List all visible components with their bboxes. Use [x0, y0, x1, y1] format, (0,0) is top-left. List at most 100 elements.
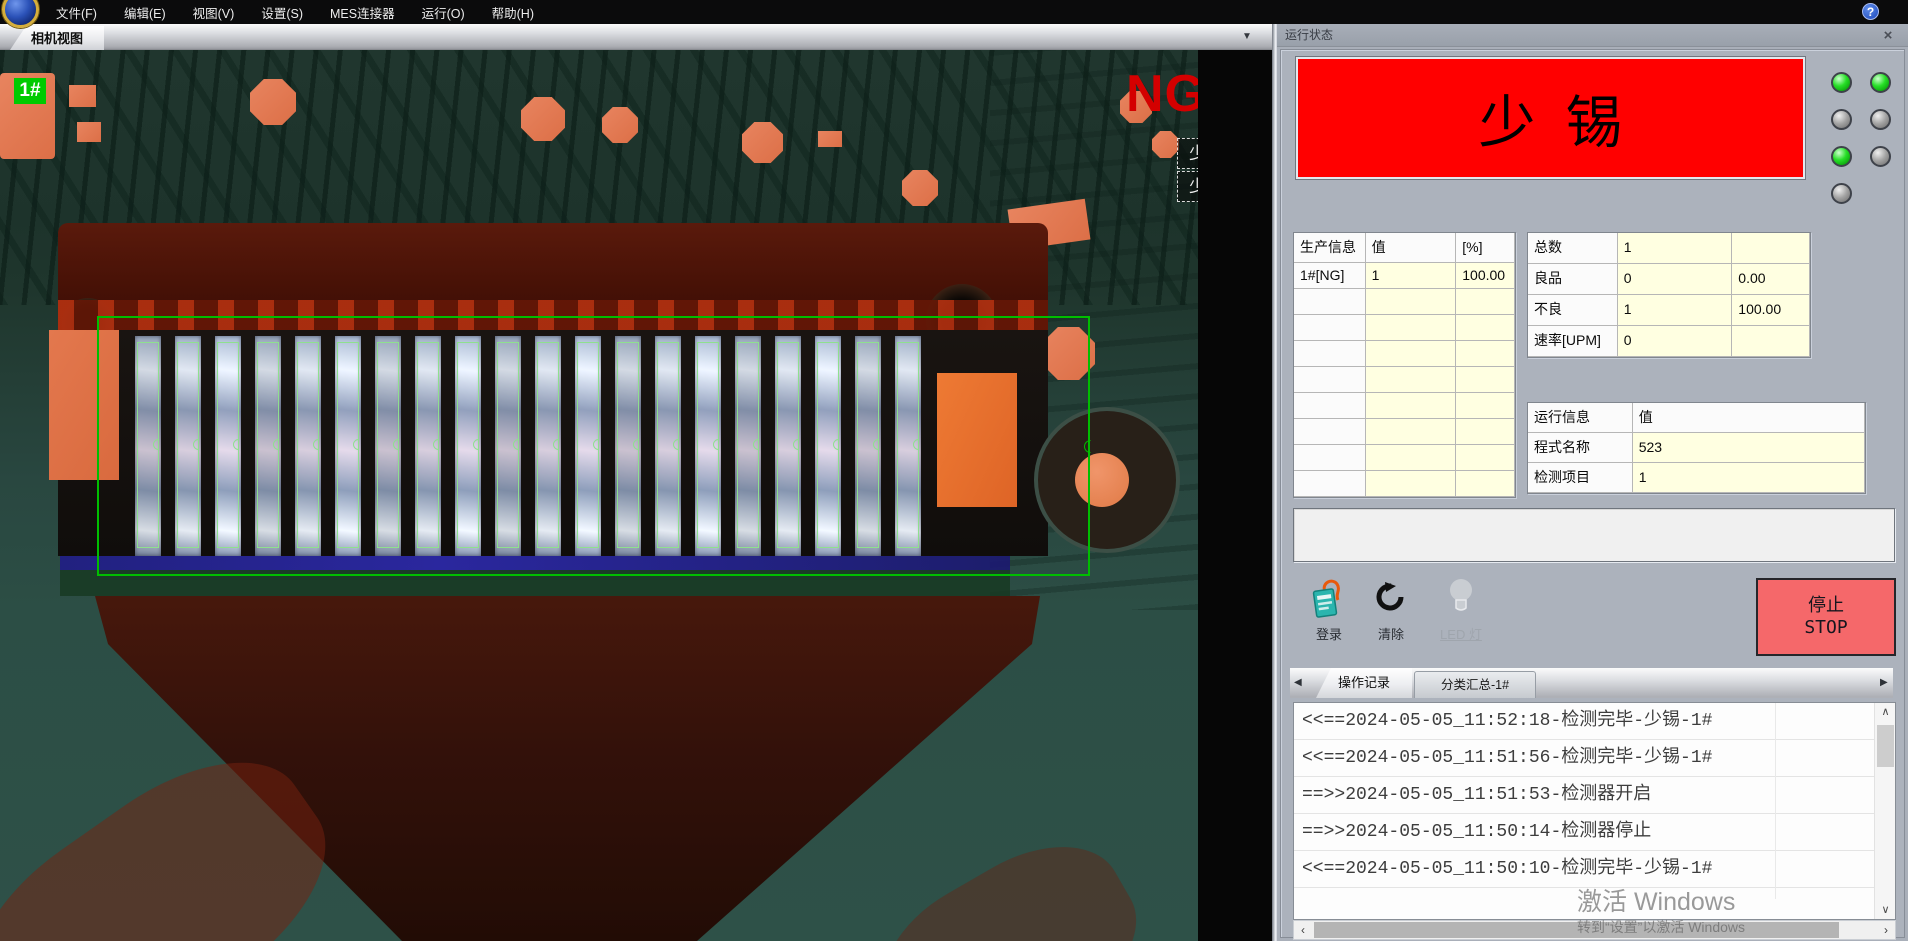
- log-entry: ==>>2024-05-05_11:51:53-检测器开启: [1294, 777, 1874, 814]
- table-cell: [%]: [1456, 233, 1515, 263]
- table-row: 检测项目1: [1528, 463, 1865, 493]
- scroll-right-icon[interactable]: ›: [1877, 921, 1895, 939]
- clear-button[interactable]: 清除: [1369, 576, 1413, 660]
- table-cell: [1456, 367, 1515, 393]
- menu-item-6[interactable]: 运行(O): [422, 3, 465, 22]
- table-cell: 0: [1618, 326, 1733, 357]
- table-row: 速率[UPM]0: [1528, 326, 1810, 357]
- login-button[interactable]: 登录: [1307, 576, 1351, 660]
- menu-item-4[interactable]: 设置(S): [261, 3, 303, 22]
- production-info-table: 生产信息值[%]1#[NG]1100.00: [1293, 232, 1516, 498]
- led-indicator-off: [1870, 146, 1891, 167]
- table-row: [1294, 341, 1515, 367]
- table-cell: 程式名称: [1528, 433, 1633, 463]
- table-row: 程式名称523: [1528, 433, 1865, 463]
- menu-items: 文件(F) 编辑(E) 视图(V) 设置(S) MES连接器 运行(O) 帮助(H): [0, 3, 534, 22]
- table-cell: 生产信息: [1294, 233, 1366, 263]
- table-row: [1294, 419, 1515, 445]
- tab-camera-view[interactable]: 相机视图: [10, 26, 104, 50]
- table-row: [1294, 289, 1515, 315]
- windows-activation-watermark-sub: 转到“设置”以激活 Windows: [1577, 917, 1745, 937]
- led-indicator-on: [1870, 72, 1891, 93]
- vertical-scroll-thumb[interactable]: [1877, 725, 1894, 767]
- table-cell: 总数: [1528, 233, 1618, 264]
- table-cell: [1366, 445, 1457, 471]
- result-banner-frame: 少锡: [1295, 56, 1806, 180]
- chevron-down-icon[interactable]: ▼: [1242, 31, 1252, 42]
- table-cell: [1294, 445, 1366, 471]
- scroll-left-icon[interactable]: ‹: [1294, 921, 1312, 939]
- menu-item-7[interactable]: 帮助(H): [492, 3, 534, 22]
- badge-icon: [1311, 578, 1347, 620]
- table-cell: [1732, 326, 1810, 357]
- table-row: 良品00.00: [1528, 264, 1810, 295]
- table-cell: [1294, 341, 1366, 367]
- app-logo-icon: [2, 0, 39, 28]
- tab-scroll-left-icon[interactable]: ◀: [1294, 677, 1302, 688]
- table-cell: 1: [1633, 463, 1865, 493]
- table-cell: 100.00: [1456, 263, 1515, 289]
- table-cell: [1366, 341, 1457, 367]
- camera-id-badge: 1#: [14, 78, 46, 104]
- lightbulb-icon: [1447, 576, 1475, 616]
- menu-item-1[interactable]: 文件(F): [56, 3, 97, 22]
- log-entry: <<==2024-05-05_11:52:18-检测完毕-少锡-1#: [1294, 703, 1874, 740]
- table-row: [1294, 315, 1515, 341]
- table-cell: [1456, 445, 1515, 471]
- table-row: 总数1: [1528, 233, 1810, 264]
- led-indicator-off: [1870, 109, 1891, 130]
- table-cell: [1366, 419, 1457, 445]
- close-icon[interactable]: ×: [1878, 26, 1898, 45]
- app-window: 文件(F) 编辑(E) 视图(V) 设置(S) MES连接器 运行(O) 帮助(H) ? 相…: [0, 0, 1908, 941]
- pcb-camera-image[interactable]: 1# NG 少锡少锡: [0, 50, 1198, 941]
- table-cell: [1366, 393, 1457, 419]
- roi-rectangle: [97, 316, 1090, 576]
- inspection-result-text: NG: [1126, 64, 1198, 124]
- menu-item-5[interactable]: MES连接器: [330, 3, 395, 22]
- log-rows: <<==2024-05-05_11:52:18-检测完毕-少锡-1#<<==20…: [1294, 703, 1874, 888]
- table-cell: [1294, 393, 1366, 419]
- table-cell: [1294, 367, 1366, 393]
- led-indicator-on: [1831, 146, 1852, 167]
- tab-class-summary[interactable]: 分类汇总-1#: [1414, 671, 1536, 698]
- stop-button[interactable]: 停止 STOP: [1756, 578, 1896, 656]
- table-cell: 0.00: [1732, 264, 1810, 295]
- panel-divider: [1272, 24, 1277, 941]
- table-cell: [1456, 289, 1515, 315]
- table-row: 不良1100.00: [1528, 295, 1810, 326]
- table-cell: [1456, 393, 1515, 419]
- table-cell: [1294, 419, 1366, 445]
- menu-item-3[interactable]: 视图(V): [193, 3, 235, 22]
- scroll-up-icon[interactable]: ∧: [1875, 703, 1896, 721]
- defect-label: 少锡: [1177, 138, 1198, 169]
- message-box[interactable]: [1293, 508, 1895, 562]
- table-row: 运行信息值: [1528, 403, 1865, 433]
- run-info-table: 运行信息值程式名称523检测项目1: [1527, 402, 1866, 494]
- table-cell: [1294, 315, 1366, 341]
- tab-operation-log[interactable]: 操作记录: [1316, 668, 1412, 698]
- table-row: [1294, 471, 1515, 497]
- led-light-button[interactable]: LED 灯: [1433, 572, 1489, 660]
- log-vertical-scrollbar[interactable]: ∧ ∨: [1874, 703, 1895, 919]
- run-status-panel: 运行状态 × 少锡 生产信息值[%]1#[NG]1100.00 总数1良品00.…: [1277, 24, 1908, 941]
- table-cell: 1#[NG]: [1294, 263, 1366, 289]
- log-tab-strip: ◀ 操作记录 分类汇总-1# ▶: [1290, 668, 1893, 698]
- defect-label: 少锡: [1177, 171, 1198, 202]
- table-cell: [1294, 289, 1366, 315]
- table-row: [1294, 393, 1515, 419]
- panel-title: 运行状态: [1277, 24, 1908, 47]
- table-cell: 良品: [1528, 264, 1618, 295]
- scroll-down-icon[interactable]: ∨: [1875, 901, 1896, 919]
- stats-table: 总数1良品00.00不良1100.00速率[UPM]0: [1527, 232, 1811, 358]
- tab-scroll-right-icon[interactable]: ▶: [1880, 677, 1888, 688]
- led-indicator-off: [1831, 109, 1852, 130]
- refresh-icon: [1376, 582, 1406, 612]
- led-indicator-on: [1831, 72, 1852, 93]
- menu-item-2[interactable]: 编辑(E): [124, 3, 166, 22]
- table-cell: [1456, 419, 1515, 445]
- help-icon[interactable]: ?: [1862, 3, 1879, 20]
- table-cell: 不良: [1528, 295, 1618, 326]
- log-column-divider: [1775, 703, 1776, 899]
- table-cell: 值: [1366, 233, 1457, 263]
- table-cell: [1456, 471, 1515, 497]
